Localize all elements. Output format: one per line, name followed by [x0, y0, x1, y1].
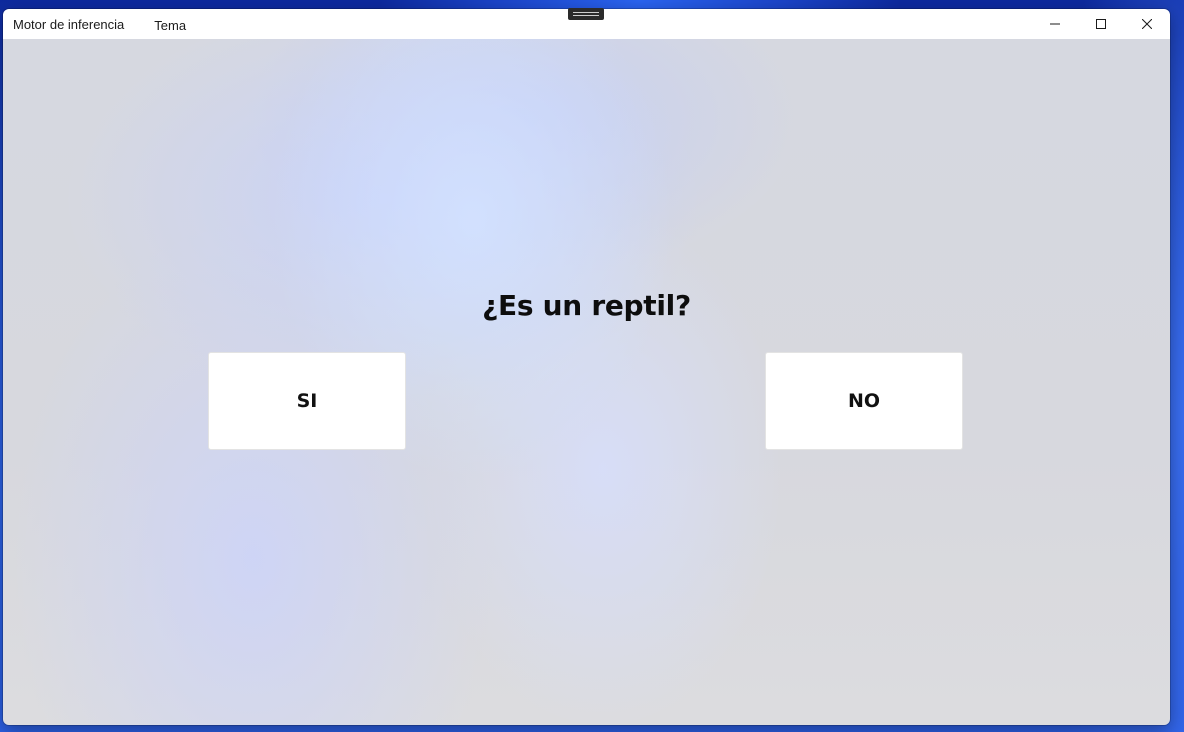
menu-item-tema[interactable]: Tema — [154, 16, 186, 35]
app-window: Motor de inferencia Tema ¿Es un reptil? … — [3, 9, 1170, 725]
minimize-icon — [1050, 23, 1060, 25]
maximize-icon — [1096, 19, 1106, 29]
maximize-button[interactable] — [1078, 9, 1124, 39]
caption-buttons — [1032, 9, 1170, 39]
question-text: ¿Es un reptil? — [482, 289, 691, 322]
close-button[interactable] — [1124, 9, 1170, 39]
window-title: Motor de inferencia — [13, 16, 125, 32]
close-icon — [1142, 19, 1152, 29]
debug-toolbar-handle[interactable] — [568, 8, 604, 20]
minimize-button[interactable] — [1032, 9, 1078, 39]
no-button[interactable]: NO — [765, 352, 963, 450]
main-content: ¿Es un reptil? SI NO — [3, 39, 1170, 725]
yes-button[interactable]: SI — [208, 352, 406, 450]
